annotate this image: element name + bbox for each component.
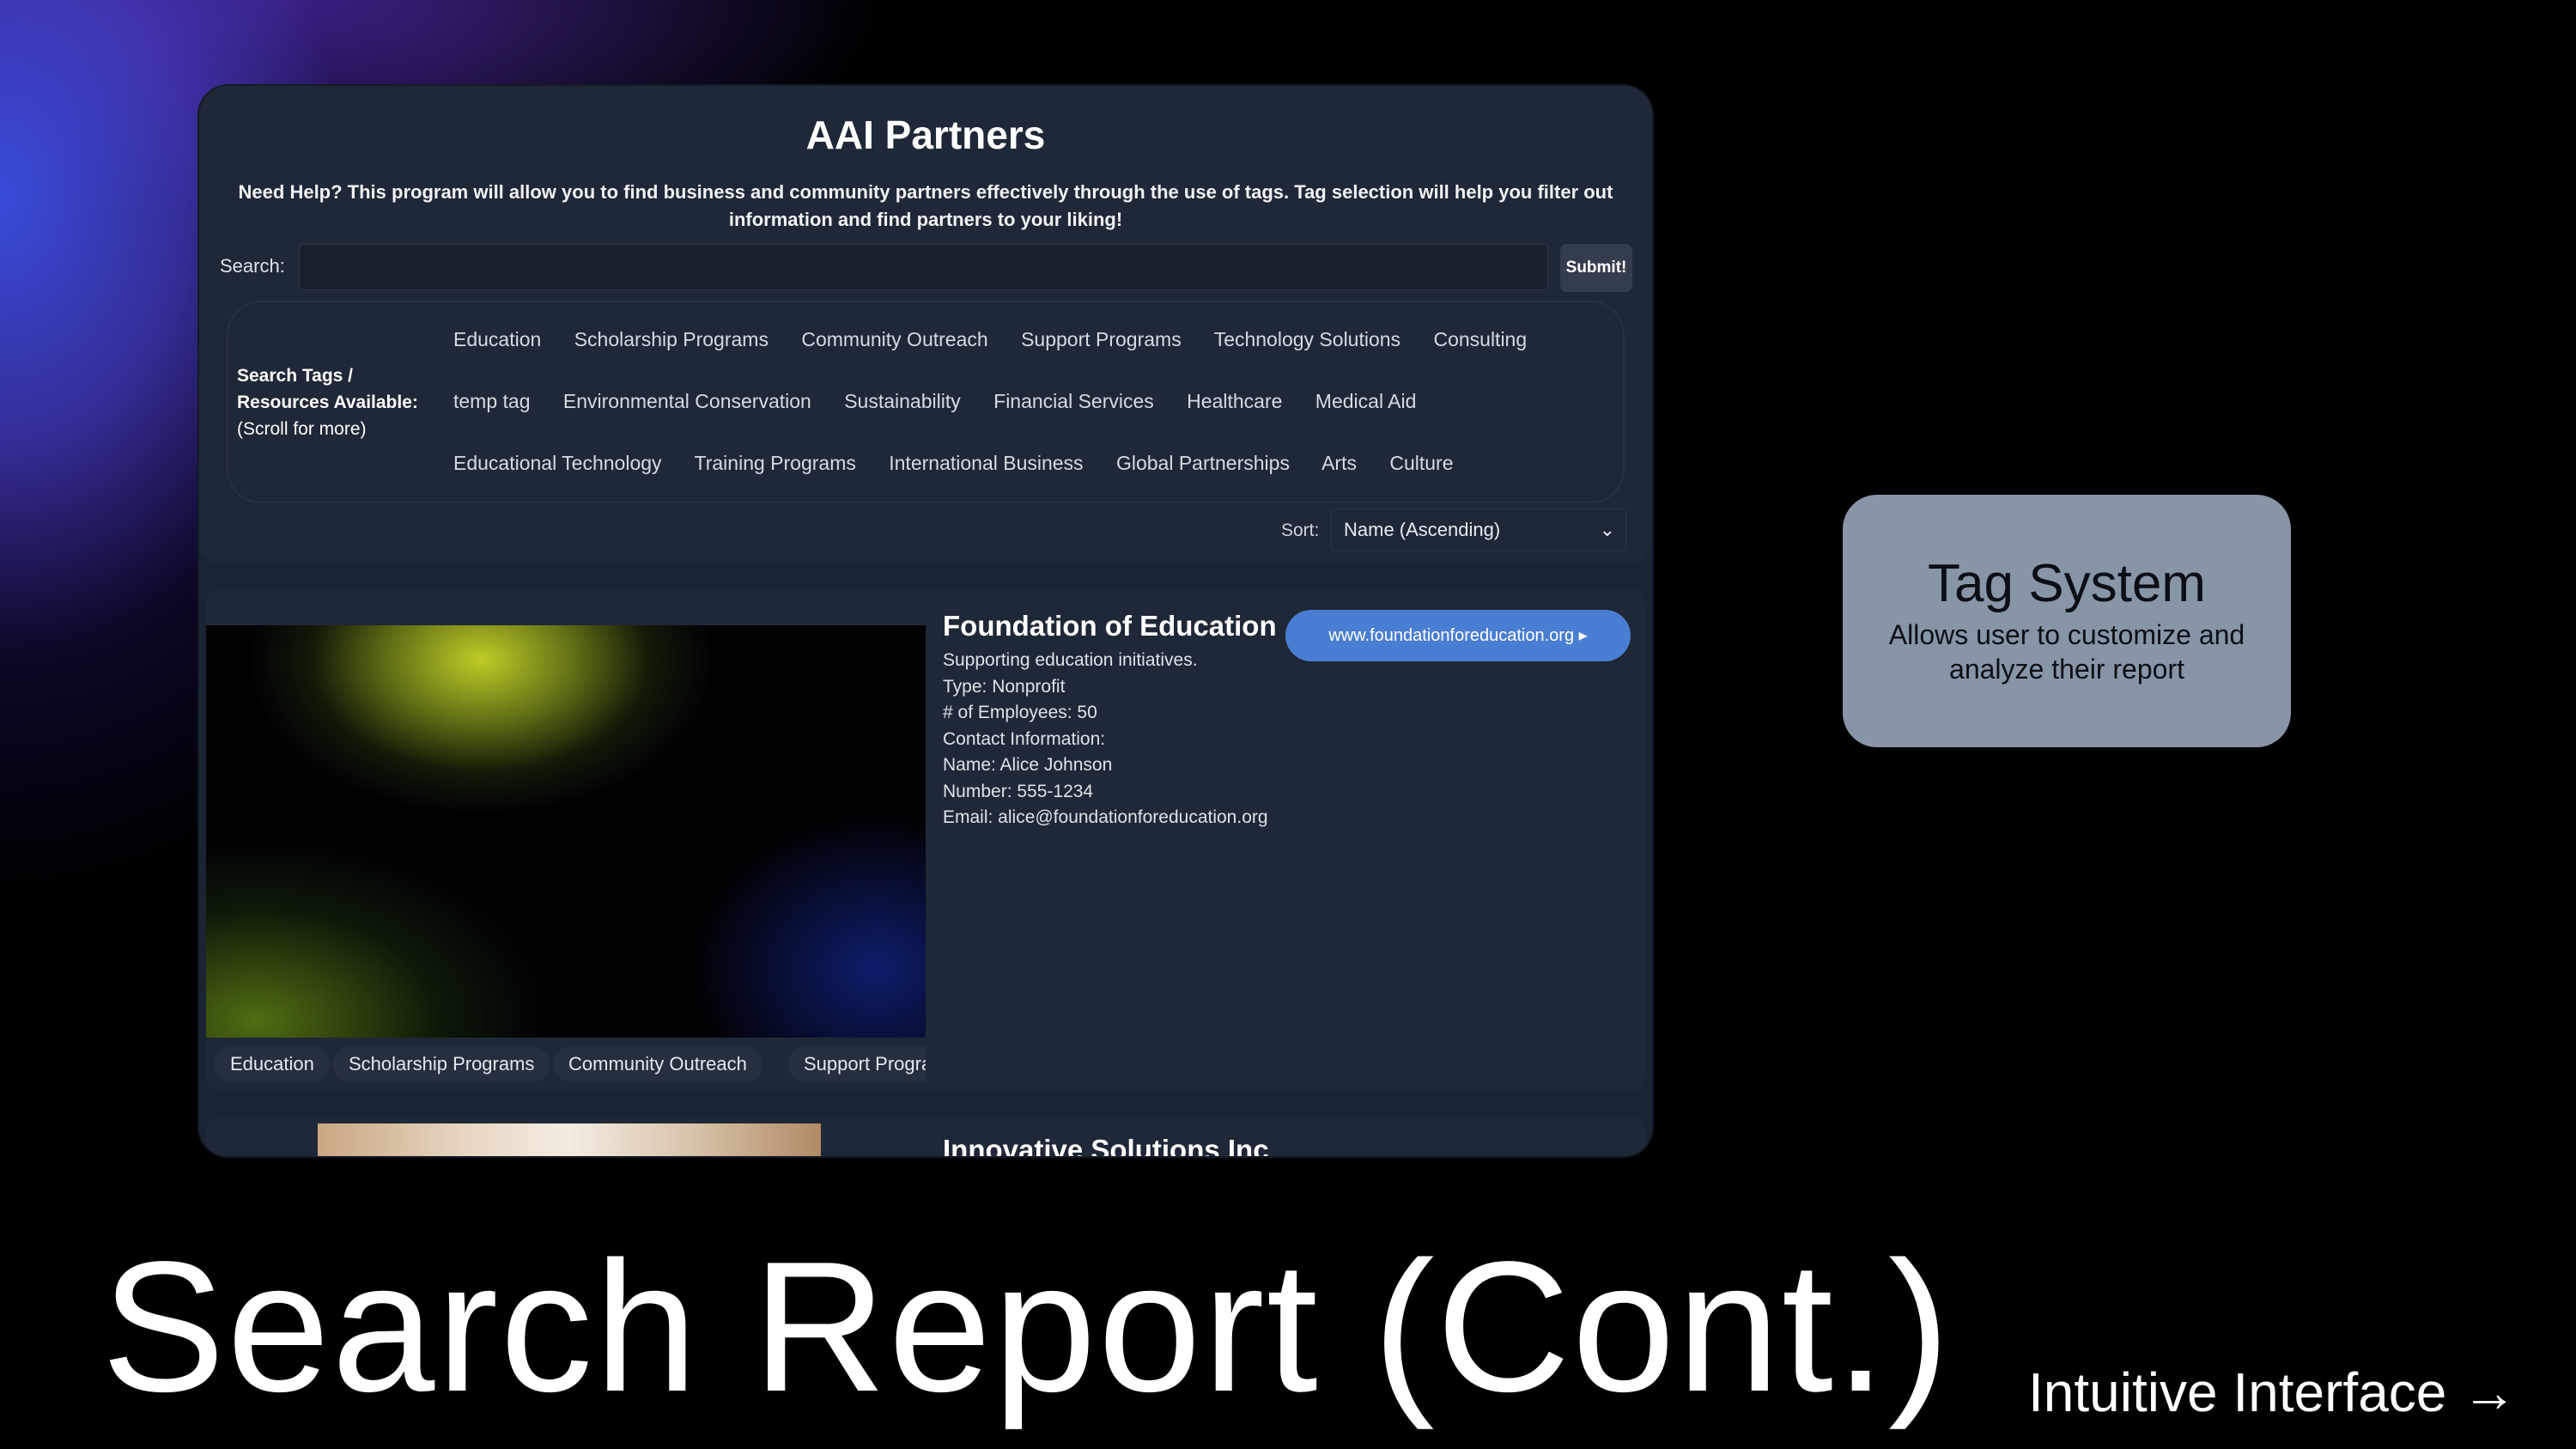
- result-image: [318, 1123, 821, 1156]
- tag-row-1: Education Scholarship Programs Community…: [453, 328, 1554, 351]
- tags-label: Search Tags / Resources Available: (Scro…: [237, 362, 418, 442]
- tag-scholarship-programs[interactable]: Scholarship Programs: [574, 328, 769, 350]
- slide-title: Search Report (Cont.): [101, 1222, 1952, 1430]
- submit-button[interactable]: Submit!: [1560, 244, 1632, 292]
- result-tag-education[interactable]: Education: [215, 1046, 330, 1082]
- result-contact-header: Contact Information:: [943, 728, 1106, 749]
- tag-community-outreach[interactable]: Community Outreach: [801, 328, 987, 350]
- chevron-down-icon: ⌄: [1599, 519, 1615, 540]
- result-title: Innovative Solutions Inc: [943, 1134, 1269, 1156]
- tag-consulting[interactable]: Consulting: [1433, 328, 1527, 350]
- tag-system-callout: Tag System Allows user to customize and …: [1843, 495, 2291, 747]
- sort-select[interactable]: Name (Ascending) ⌄: [1331, 508, 1626, 551]
- tag-financial-services[interactable]: Financial Services: [993, 390, 1154, 412]
- tags-label-line2: Resources Available:: [237, 393, 418, 412]
- result-tag-community-outreach[interactable]: Community Outreach: [553, 1046, 762, 1082]
- tag-culture[interactable]: Culture: [1389, 452, 1453, 474]
- result-employees: # of Employees: 50: [943, 703, 1097, 722]
- callout-title: Tag System: [1928, 554, 2206, 613]
- app-header: AAI Partners Need Help? This program wil…: [199, 86, 1652, 563]
- result-title: Foundation of Education: [943, 610, 1277, 642]
- result-image: [206, 625, 926, 1038]
- result-type: Type: Nonprofit: [943, 676, 1066, 697]
- sort-selected-value: Name (Ascending): [1344, 519, 1501, 540]
- result-details: Foundation of Education Supporting educa…: [943, 610, 1277, 831]
- page-title: AAI Partners: [805, 113, 1046, 157]
- help-text: Need Help? This program will allow you t…: [238, 181, 1613, 230]
- tags-label-line1: Search Tags /: [237, 366, 354, 386]
- search-input[interactable]: [299, 244, 1548, 290]
- tag-row-2: temp tag Environmental Conservation Sust…: [453, 390, 1443, 413]
- tag-education[interactable]: Education: [453, 328, 541, 350]
- tag-educational-technology[interactable]: Educational Technology: [453, 452, 662, 474]
- callout-description: Allows user to customize and analyze the…: [1888, 619, 2245, 685]
- tag-temp-tag[interactable]: temp tag: [453, 390, 531, 412]
- tag-international-business[interactable]: International Business: [889, 452, 1083, 474]
- result-card: Innovative Solutions Inc: [206, 1117, 1645, 1156]
- website-button[interactable]: www.foundationforeducation.org ▸: [1285, 610, 1631, 661]
- search-label: Search:: [220, 255, 285, 277]
- tag-global-partnerships[interactable]: Global Partnerships: [1116, 452, 1290, 474]
- result-tag-list: Education Scholarship Programs Community…: [206, 1038, 926, 1091]
- next-slide-link[interactable]: Intuitive Interface →: [2028, 1361, 2517, 1424]
- result-card: Education Scholarship Programs Community…: [206, 589, 1645, 1091]
- result-contact-name: Name: Alice Johnson: [943, 755, 1113, 775]
- tag-medical-aid[interactable]: Medical Aid: [1315, 390, 1417, 412]
- tags-scroll-hint: (Scroll for more): [237, 419, 367, 439]
- tag-technology-solutions[interactable]: Technology Solutions: [1214, 328, 1400, 350]
- tag-training-programs[interactable]: Training Programs: [695, 452, 856, 474]
- tag-environmental-conservation[interactable]: Environmental Conservation: [563, 390, 811, 412]
- app-window: AAI Partners Need Help? This program wil…: [199, 86, 1652, 1156]
- result-tag-support-programs[interactable]: Support Progra: [788, 1046, 926, 1082]
- sort-label: Sort:: [1281, 521, 1320, 540]
- result-contact-number: Number: 555-1234: [943, 781, 1094, 801]
- tag-row-3: Educational Technology Training Programs…: [453, 452, 1481, 475]
- tag-support-programs[interactable]: Support Programs: [1021, 328, 1182, 350]
- result-tag-scholarship-programs[interactable]: Scholarship Programs: [333, 1046, 550, 1082]
- tag-arts[interactable]: Arts: [1321, 452, 1357, 474]
- tag-sustainability[interactable]: Sustainability: [844, 390, 961, 412]
- result-contact-email: Email: alice@foundationforeducation.org: [943, 807, 1268, 827]
- result-description: Supporting education initiatives.: [943, 650, 1198, 670]
- tag-healthcare[interactable]: Healthcare: [1187, 390, 1282, 412]
